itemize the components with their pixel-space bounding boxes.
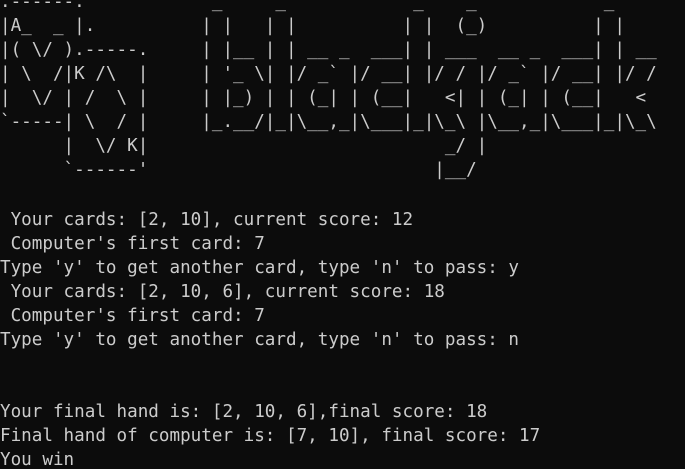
ascii-art-line: | \/ K| _/ | — [0, 136, 657, 156]
ascii-art-line: .------. _ _ _ _ _ — [0, 0, 657, 12]
ascii-art-line: |A_ _ |. | | | | | | (_) | | — [0, 16, 657, 36]
input-prompt-line: Type 'y' to get another card, type 'n' t… — [0, 330, 520, 350]
computer-first-card-line: Computer's first card: 7 — [0, 234, 265, 254]
result-line: You win — [0, 450, 75, 469]
ascii-art-line: `------' |__/ — [0, 160, 657, 180]
terminal-window[interactable]: .------. _ _ _ _ _ |A_ _ |. | | | | | | … — [0, 0, 685, 469]
player-cards-line: Your cards: [2, 10], current score: 12 — [0, 210, 414, 230]
ascii-art-line: | \/ | / \ | | |_) | | (_| | (__| <| | (… — [0, 88, 657, 108]
ascii-art-line: |( \/ ).-----. | |__ | | __ _ ___| | ___… — [0, 40, 657, 60]
final-hand-line: Your final hand is: [2, 10, 6],final sco… — [0, 402, 488, 422]
ascii-art-line: `-----| \ / | |_.__/|_|\__,_|\___|_|\_\ … — [0, 112, 657, 132]
ascii-art-line: | \ /|K /\ | | '_ \| |/ _` |/ __| |/ / |… — [0, 64, 657, 84]
player-cards-line: Your cards: [2, 10, 6], current score: 1… — [0, 282, 445, 302]
computer-first-card-line: Computer's first card: 7 — [0, 306, 265, 326]
computer-final-hand-line: Final hand of computer is: [7, 10], fina… — [0, 426, 541, 446]
input-prompt-line: Type 'y' to get another card, type 'n' t… — [0, 258, 520, 278]
